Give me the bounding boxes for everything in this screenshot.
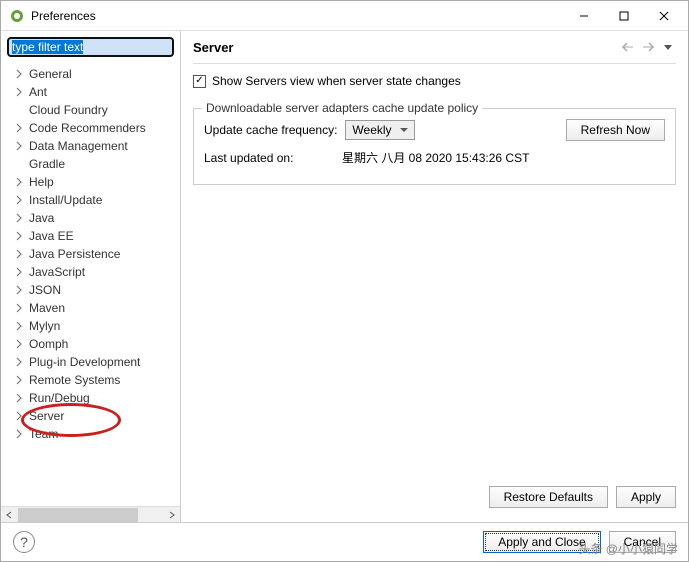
tree-item[interactable]: JavaScript bbox=[1, 263, 180, 281]
chevron-right-icon[interactable] bbox=[13, 122, 25, 134]
main-footer: Restore Defaults Apply bbox=[193, 478, 676, 516]
tree-item-label: Java Persistence bbox=[29, 247, 120, 261]
tree-item-label: JavaScript bbox=[29, 265, 85, 279]
tree-item-label: Server bbox=[29, 409, 64, 423]
titlebar: Preferences bbox=[1, 1, 688, 31]
tree-item[interactable]: Plug-in Development bbox=[1, 353, 180, 371]
filter-input[interactable] bbox=[7, 37, 174, 57]
menu-dropdown-icon[interactable] bbox=[660, 39, 676, 55]
tree-item[interactable]: Team bbox=[1, 425, 180, 443]
scroll-thumb[interactable] bbox=[18, 508, 138, 522]
window-title: Preferences bbox=[31, 9, 564, 23]
tree-item-label: Cloud Foundry bbox=[29, 103, 108, 117]
tree-item[interactable]: Install/Update bbox=[1, 191, 180, 209]
maximize-button[interactable] bbox=[604, 2, 644, 30]
show-servers-checkbox[interactable] bbox=[193, 75, 206, 88]
help-icon[interactable]: ? bbox=[13, 531, 35, 553]
tree-item-label: Help bbox=[29, 175, 54, 189]
tree-item[interactable]: JSON bbox=[1, 281, 180, 299]
tree-item-label: Code Recommenders bbox=[29, 121, 146, 135]
chevron-right-icon[interactable] bbox=[13, 356, 25, 368]
apply-button[interactable]: Apply bbox=[616, 486, 676, 508]
tree-item[interactable]: Gradle bbox=[1, 155, 180, 173]
chevron-right-icon[interactable] bbox=[13, 230, 25, 242]
horizontal-scrollbar[interactable] bbox=[1, 506, 180, 522]
tree-item[interactable]: Oomph bbox=[1, 335, 180, 353]
restore-defaults-button[interactable]: Restore Defaults bbox=[489, 486, 608, 508]
cache-policy-fieldset: Downloadable server adapters cache updat… bbox=[193, 108, 676, 185]
minimize-button[interactable] bbox=[564, 2, 604, 30]
chevron-right-icon[interactable] bbox=[13, 68, 25, 80]
tree-item-label: Ant bbox=[29, 85, 47, 99]
tree-item-label: Mylyn bbox=[29, 319, 60, 333]
frequency-select[interactable]: Weekly bbox=[345, 120, 415, 140]
scroll-right-button[interactable] bbox=[164, 507, 180, 523]
chevron-right-icon[interactable] bbox=[13, 374, 25, 386]
tree-item[interactable]: General bbox=[1, 65, 180, 83]
main-header: Server bbox=[193, 37, 676, 64]
frequency-label: Update cache frequency: bbox=[204, 123, 337, 137]
main-panel: Server Show Servers view when server sta… bbox=[181, 31, 688, 522]
tree-item-label: Install/Update bbox=[29, 193, 102, 207]
tree-item[interactable]: Code Recommenders bbox=[1, 119, 180, 137]
tree-item[interactable]: Data Management bbox=[1, 137, 180, 155]
tree-item[interactable]: Java EE bbox=[1, 227, 180, 245]
tree-item-label: Team bbox=[29, 427, 58, 441]
tree-item-label: Java EE bbox=[29, 229, 74, 243]
tree-item[interactable]: Server bbox=[1, 407, 180, 425]
scroll-track[interactable] bbox=[17, 507, 164, 523]
tree-item[interactable]: Help bbox=[1, 173, 180, 191]
app-icon bbox=[9, 8, 25, 24]
scroll-left-button[interactable] bbox=[1, 507, 17, 523]
tree-item-label: Data Management bbox=[29, 139, 128, 153]
chevron-right-icon[interactable] bbox=[13, 176, 25, 188]
tree-item-label: Java bbox=[29, 211, 54, 225]
category-tree[interactable]: General Ant Cloud Foundry Code Recommenders… bbox=[1, 63, 180, 506]
refresh-now-button[interactable]: Refresh Now bbox=[566, 119, 665, 141]
close-button[interactable] bbox=[644, 2, 684, 30]
chevron-right-icon[interactable] bbox=[13, 194, 25, 206]
preferences-window: Preferences General Ant Cloud Foundry Code … bbox=[0, 0, 689, 562]
show-servers-checkbox-row[interactable]: Show Servers view when server state chan… bbox=[193, 74, 676, 88]
chevron-right-icon[interactable] bbox=[13, 338, 25, 350]
fieldset-legend: Downloadable server adapters cache updat… bbox=[202, 101, 482, 115]
last-updated-label: Last updated on: bbox=[204, 151, 334, 165]
chevron-right-icon[interactable] bbox=[13, 248, 25, 260]
tree-item[interactable]: Java bbox=[1, 209, 180, 227]
chevron-right-icon[interactable] bbox=[13, 302, 25, 314]
chevron-right-icon[interactable] bbox=[13, 284, 25, 296]
tree-item-label: JSON bbox=[29, 283, 61, 297]
tree-item-label: General bbox=[29, 67, 72, 81]
tree-item-label: Plug-in Development bbox=[29, 355, 140, 369]
tree-item[interactable]: Ant bbox=[1, 83, 180, 101]
chevron-right-icon[interactable] bbox=[13, 428, 25, 440]
watermark: 头条 @小小猿同学 bbox=[578, 540, 678, 557]
tree-item-label: Gradle bbox=[29, 157, 65, 171]
last-updated-value: 星期六 八月 08 2020 15:43:26 CST bbox=[342, 149, 529, 166]
tree-item[interactable]: Maven bbox=[1, 299, 180, 317]
nav-back-icon[interactable] bbox=[620, 39, 636, 55]
tree-item-label: Oomph bbox=[29, 337, 68, 351]
chevron-right-icon[interactable] bbox=[13, 86, 25, 98]
page-title: Server bbox=[193, 40, 620, 55]
tree-item[interactable]: Java Persistence bbox=[1, 245, 180, 263]
tree-item[interactable]: Cloud Foundry bbox=[1, 101, 180, 119]
chevron-right-icon[interactable] bbox=[13, 140, 25, 152]
chevron-right-icon[interactable] bbox=[13, 320, 25, 332]
chevron-right-icon[interactable] bbox=[13, 266, 25, 278]
tree-item-label: Maven bbox=[29, 301, 65, 315]
tree-item-label: Remote Systems bbox=[29, 373, 120, 387]
tree-item[interactable]: Mylyn bbox=[1, 317, 180, 335]
show-servers-label: Show Servers view when server state chan… bbox=[212, 74, 461, 88]
tree-item-label: Run/Debug bbox=[29, 391, 90, 405]
chevron-right-icon[interactable] bbox=[13, 392, 25, 404]
dialog-body: General Ant Cloud Foundry Code Recommenders… bbox=[1, 31, 688, 522]
tree-item[interactable]: Remote Systems bbox=[1, 371, 180, 389]
content-area: Show Servers view when server state chan… bbox=[193, 64, 676, 478]
nav-forward-icon[interactable] bbox=[640, 39, 656, 55]
chevron-right-icon[interactable] bbox=[13, 410, 25, 422]
chevron-right-icon[interactable] bbox=[13, 212, 25, 224]
sidebar: General Ant Cloud Foundry Code Recommenders… bbox=[1, 31, 181, 522]
tree-item[interactable]: Run/Debug bbox=[1, 389, 180, 407]
